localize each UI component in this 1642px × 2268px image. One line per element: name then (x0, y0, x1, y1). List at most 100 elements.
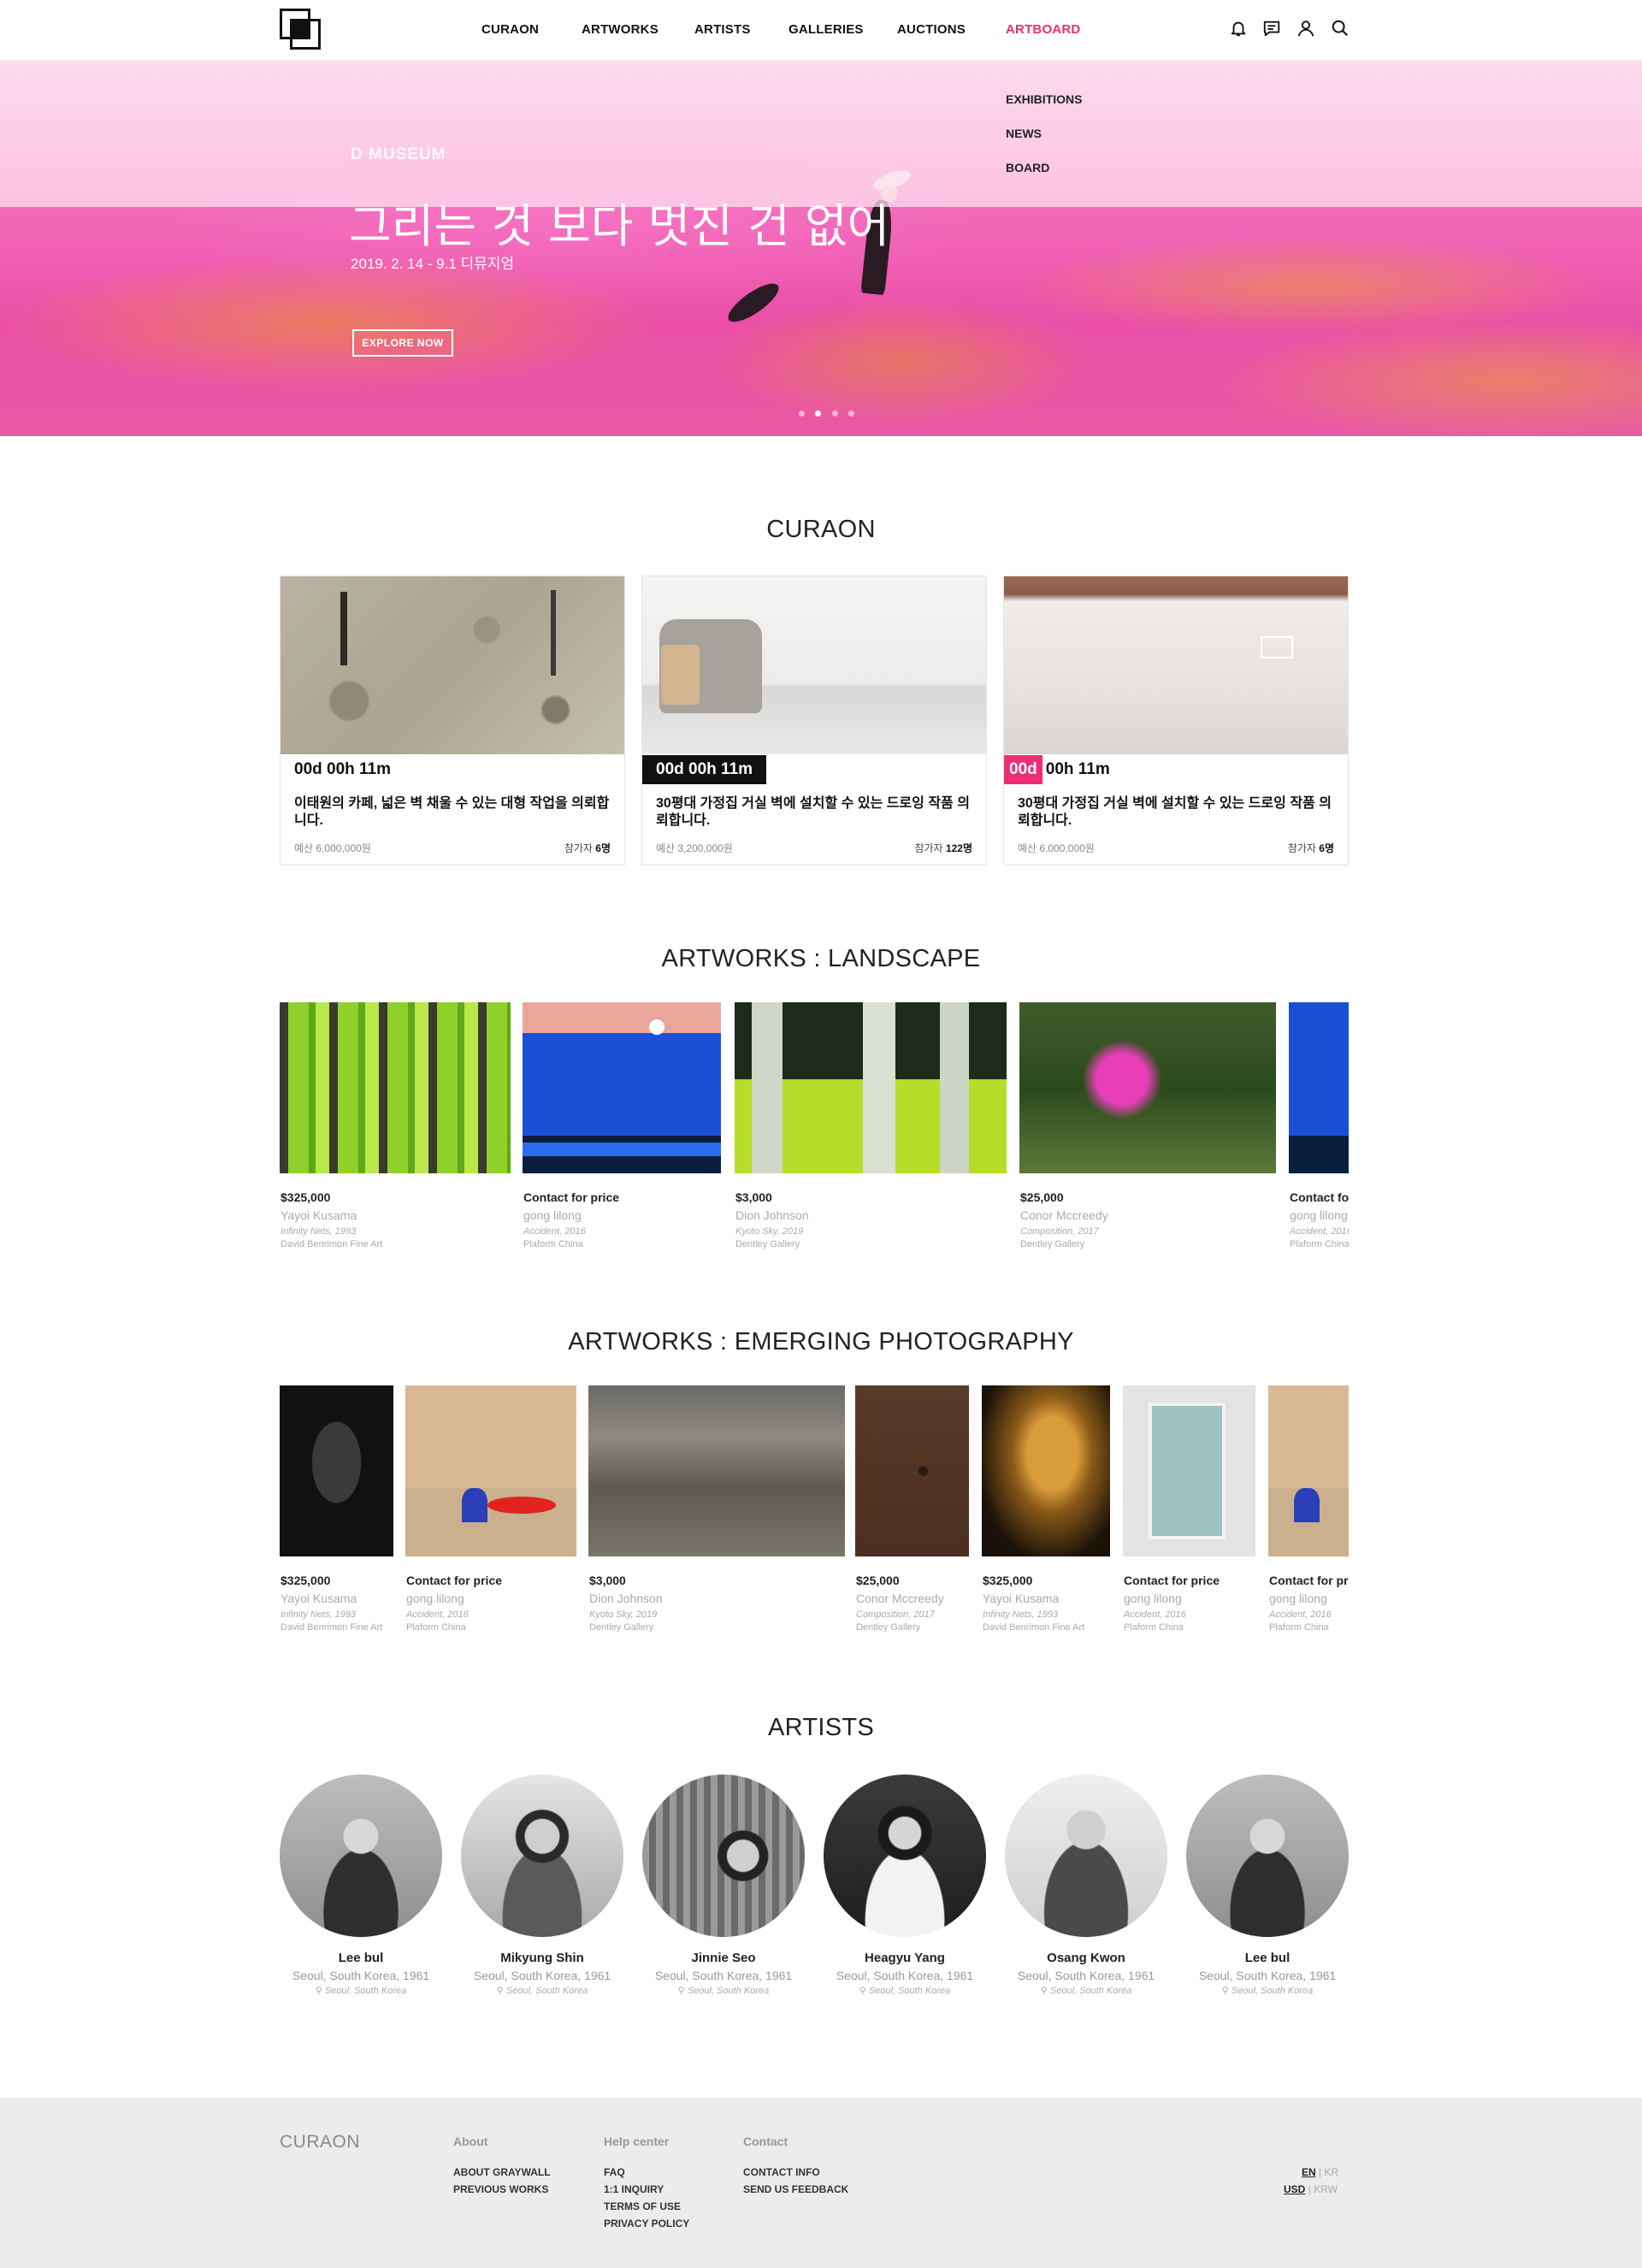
artwork-title: Accident, 2016 (1124, 1609, 1186, 1620)
artist-avatar (461, 1775, 623, 1937)
artwork-gallery: David Benrimon Fine Art (281, 1622, 383, 1633)
artwork-gallery: Plaform China (1269, 1622, 1329, 1633)
nav-auctions[interactable]: AUCTIONS (897, 22, 966, 37)
nav-galleries[interactable]: GALLERIES (789, 22, 864, 37)
moon-shape (649, 1019, 664, 1035)
curaon-card[interactable]: 00d 00h 11m 30평대 가정집 거실 벽에 설치할 수 있는 드로잉 … (641, 576, 987, 865)
nav-artists[interactable]: ARTISTS (694, 22, 751, 37)
slider-dot[interactable] (848, 410, 855, 416)
artwork-title: Accident, 2016 (523, 1226, 586, 1237)
curaon-card-image (281, 576, 624, 754)
participants-label: 참가자 (564, 842, 593, 854)
artwork-image (280, 1002, 511, 1173)
footer-link[interactable]: PREVIOUS WORKS (453, 2183, 548, 2195)
trunk-shape (752, 1002, 783, 1173)
artwork-title: Kyoto Sky, 2019 (735, 1226, 804, 1237)
countdown-timer: 00d 00h 11m (1004, 755, 1124, 784)
artwork-artist[interactable]: Dion Johnson (735, 1208, 809, 1222)
artist-card[interactable]: Osang Kwon Seoul, South Korea, 1961 ⚲ Se… (1005, 1775, 1167, 1996)
artist-card[interactable]: Jinnie Seo Seoul, South Korea, 1961 ⚲ Se… (642, 1775, 805, 1996)
participants-label: 참가자 (1287, 842, 1316, 854)
artwork-title: Accident, 2016 (1269, 1609, 1332, 1620)
bell-icon[interactable] (1229, 19, 1248, 38)
artist-card[interactable]: Heagyu Yang Seoul, South Korea, 1961 ⚲ S… (824, 1775, 986, 1996)
footer-help-heading: Help center (604, 2135, 670, 2148)
artwork-artist[interactable]: Yayoi Kusama (983, 1592, 1059, 1605)
dropdown-news[interactable]: NEWS (1006, 127, 1042, 140)
curaon-card[interactable]: 00d 00h 11m 30평대 가정집 거실 벽에 설치할 수 있는 드로잉 작… (1003, 576, 1349, 865)
countdown-timer: 00d 00h 11m (642, 755, 767, 784)
artwork-artist[interactable]: gong lilong (1290, 1208, 1348, 1222)
artwork-image (1268, 1385, 1349, 1556)
site-footer: CURAON About ABOUT GRAYWALL PREVIOUS WOR… (0, 2098, 1642, 2268)
artwork-artist[interactable]: gong lilong (1269, 1592, 1327, 1605)
dropdown-board[interactable]: BOARD (1006, 161, 1049, 174)
artist-avatar (642, 1775, 805, 1937)
language-switcher: EN | KR (1302, 2166, 1338, 2178)
artist-name: Lee bul (1244, 1951, 1291, 1965)
artwork-artist[interactable]: Yayoi Kusama (281, 1592, 357, 1605)
artist-location: ⚲ Seoul, South Korea (280, 1985, 442, 1996)
artist-avatar (1005, 1775, 1167, 1937)
artboard-dropdown: EXHIBITIONS NEWS BOARD (0, 60, 1642, 207)
lang-en[interactable]: EN (1302, 2166, 1316, 2178)
footer-link[interactable]: 1:1 INQUIRY (604, 2183, 664, 2195)
armchair-blanket (661, 645, 700, 705)
artwork-artist[interactable]: gong lilong (1124, 1592, 1182, 1605)
nav-artworks[interactable]: ARTWORKS (582, 22, 659, 37)
curaon-card[interactable]: 00d 00h 11m 이태원의 카페, 넓은 벽 채울 수 있는 대형 작업을… (280, 576, 625, 865)
artwork-gallery: Plaform China (523, 1239, 583, 1249)
footer-link[interactable]: PRIVACY POLICY (604, 2218, 689, 2230)
artwork-price: Contact for price (523, 1190, 620, 1204)
footer-link[interactable]: CONTACT INFO (743, 2166, 820, 2178)
figure-shape (462, 1488, 487, 1522)
dropdown-exhibitions[interactable]: EXHIBITIONS (1006, 92, 1082, 106)
artist-card[interactable]: Lee bul Seoul, South Korea, 1961 ⚲ Seoul… (280, 1775, 442, 1996)
lang-kr[interactable]: KR (1324, 2166, 1338, 2178)
artwork-title: Accident, 2016 (1290, 1226, 1349, 1237)
site-logo[interactable] (280, 9, 321, 50)
nav-curaon[interactable]: CURAON (481, 22, 539, 37)
user-icon[interactable] (1296, 19, 1315, 38)
artist-avatar (280, 1775, 442, 1937)
search-icon[interactable] (1331, 19, 1350, 38)
curaon-section-title: CURAON (766, 516, 876, 543)
explore-now-button[interactable]: EXPLORE NOW (352, 329, 453, 357)
slider-dot[interactable] (831, 410, 838, 416)
currency-usd[interactable]: USD (1284, 2183, 1305, 2195)
artist-location-text: Seoul, South Korea (1231, 1986, 1314, 1996)
nav-artboard[interactable]: ARTBOARD (1006, 22, 1080, 37)
photography-carousel: $325,000 Yayoi Kusama Infinity Nets, 199… (280, 1385, 1349, 1642)
message-icon[interactable] (1262, 19, 1281, 38)
artist-name: Heagyu Yang (865, 1951, 945, 1965)
footer-link[interactable]: TERMS OF USE (604, 2200, 681, 2212)
footer-logo[interactable]: CURAON (280, 2132, 360, 2153)
slider-dot-active[interactable] (815, 410, 822, 416)
artist-card[interactable]: Lee bul Seoul, South Korea, 1961 ⚲ Seoul… (1186, 1775, 1349, 1996)
artist-card[interactable]: Mikyung Shin Seoul, South Korea, 1961 ⚲ … (461, 1775, 623, 1996)
countdown-days: 00d (1004, 755, 1042, 784)
slider-dot[interactable] (799, 410, 805, 416)
wall-sign (1261, 636, 1293, 659)
artist-meta: Seoul, South Korea, 1961 (654, 1969, 793, 1982)
artwork-artist[interactable]: gong lilong (406, 1592, 464, 1605)
artist-avatar (824, 1775, 986, 1937)
artwork-artist[interactable]: Conor Mccreedy (1020, 1208, 1108, 1222)
artwork-artist[interactable]: Yayoi Kusama (281, 1208, 357, 1222)
footer-link[interactable]: FAQ (604, 2166, 625, 2178)
artwork-artist[interactable]: gong lilong (523, 1208, 582, 1222)
card-budget: 예산 3,200,000원 (656, 842, 733, 854)
landscape-section-title: ARTWORKS : LANDSCAPE (661, 945, 981, 972)
artwork-gallery: Dentley Gallery (1020, 1239, 1085, 1249)
card-budget: 예산 6,000,000원 (1018, 842, 1095, 854)
footer-link[interactable]: ABOUT GRAYWALL (453, 2166, 551, 2178)
framed-photo (1149, 1403, 1226, 1539)
currency-krw[interactable]: KRW (1314, 2183, 1338, 2195)
footer-about-heading: About (453, 2135, 488, 2148)
artist-meta: Seoul, South Korea, 1961 (292, 1969, 430, 1982)
artwork-title: Composition, 2017 (856, 1609, 935, 1620)
footer-link[interactable]: SEND US FEEDBACK (743, 2183, 848, 2195)
artwork-artist[interactable]: Dion Johnson (589, 1592, 663, 1605)
artwork-artist[interactable]: Conor Mccreedy (856, 1592, 944, 1605)
countdown-rest: 00h 11m (1045, 760, 1110, 778)
